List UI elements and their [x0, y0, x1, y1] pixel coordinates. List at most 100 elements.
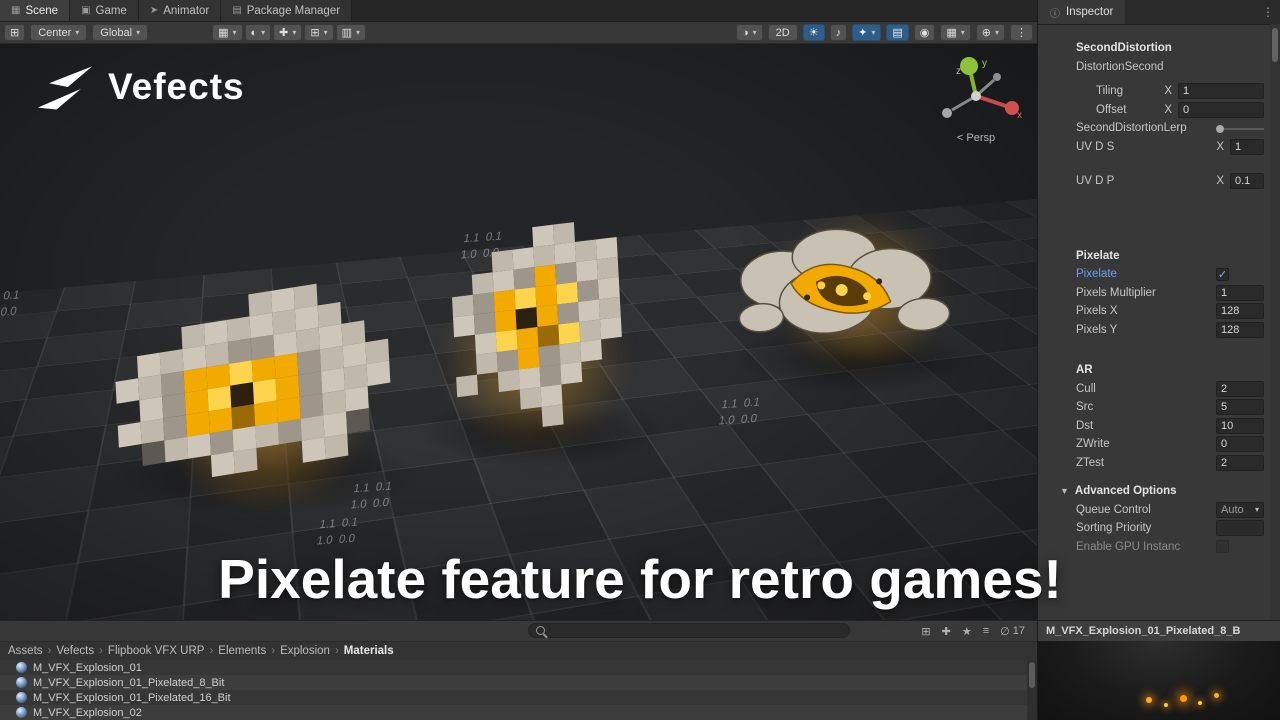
inspector-scrollbar[interactable] — [1270, 24, 1280, 620]
uvdp-field[interactable]: 0.1 — [1230, 173, 1264, 189]
inspector-menu-icon[interactable]: ⋮ — [1262, 5, 1274, 19]
property-label: ZTest — [1076, 457, 1216, 469]
explosion-pixel — [211, 452, 235, 478]
explosion-pixel — [493, 270, 515, 293]
breadcrumb-item-explosion[interactable]: Explosion — [280, 645, 330, 657]
scene-viewport[interactable]: 1.1 0.11.0 0.0 1.1 0.11.0 0.0 1.1 0.11.0… — [0, 44, 1037, 620]
shading-dropdown[interactable]: ◐▾ — [245, 24, 272, 41]
brand-logo: Vefects — [36, 64, 245, 110]
asset-list-scrollbar[interactable] — [1027, 660, 1037, 720]
src-field[interactable]: 5 — [1216, 399, 1264, 415]
property-label: UV D S — [1076, 141, 1216, 153]
scrollbar-thumb[interactable] — [1029, 662, 1035, 688]
explosion-pixel — [234, 448, 258, 474]
advanced-options-foldout[interactable]: ▼ Advanced Options — [1038, 482, 1280, 501]
gizmos-dropdown[interactable]: ▦▾ — [940, 24, 970, 41]
transform-tools-icon[interactable]: ⊞ — [4, 24, 25, 41]
tab-game[interactable]: ▣ Game — [70, 0, 139, 21]
snap-settings-icon: ✚ — [279, 26, 288, 39]
ztest-field[interactable]: 2 — [1216, 455, 1264, 471]
list-item[interactable]: M_VFX_Explosion_01 — [0, 660, 1027, 675]
favorites-icon[interactable]: ★ — [962, 625, 972, 638]
explosion-pixel — [597, 257, 619, 280]
explosion-pixel — [366, 361, 390, 387]
increment-snap-dropdown[interactable]: ▥▾ — [336, 24, 366, 41]
explosion-pixel — [554, 242, 576, 265]
breadcrumb-item-assets[interactable]: Assets — [8, 645, 43, 657]
grid-snapping-dropdown[interactable]: ⊞▾ — [304, 24, 333, 41]
asset-name: M_VFX_Explosion_01 — [33, 662, 142, 674]
breadcrumb-item-elements[interactable]: Elements — [218, 645, 266, 657]
queue-control-dropdown[interactable]: Auto ▾ — [1216, 502, 1264, 518]
inspector-tabbar: ⓘ Inspector ⋮ — [1038, 0, 1280, 25]
orientation-dropdown[interactable]: Global ▾ — [92, 24, 148, 41]
uvds-field[interactable]: 1 — [1230, 139, 1264, 155]
layers-toggle[interactable]: ▤ — [886, 24, 908, 41]
scene-camera-button[interactable]: ◉ — [914, 24, 936, 41]
scrollbar-thumb[interactable] — [1272, 28, 1278, 62]
audio-toggle[interactable]: ♪ — [830, 24, 848, 41]
tab-animator-label: Animator — [163, 5, 209, 17]
dst-field[interactable]: 10 — [1216, 418, 1264, 434]
render-mode-dropdown[interactable]: ◑▾ — [736, 24, 763, 41]
toolbar-overflow-menu[interactable]: ⋮ — [1010, 24, 1033, 41]
breadcrumb-item-materials[interactable]: Materials — [344, 645, 394, 657]
orientation-gizmo[interactable]: z y x — [928, 52, 1024, 136]
gizmo-x-label: x — [1017, 110, 1022, 121]
pixels-y-field[interactable]: 128 — [1216, 322, 1264, 338]
pivot-dropdown[interactable]: Center ▾ — [30, 24, 87, 41]
property-row-offset: Offset X 0 — [1038, 101, 1280, 120]
2d-toggle[interactable]: 2D — [768, 24, 798, 41]
menu-icon[interactable]: ≡ — [983, 625, 989, 637]
chevron-down-icon: ▾ — [232, 28, 236, 37]
snap-settings-dropdown[interactable]: ✚▾ — [273, 24, 302, 41]
project-search-input[interactable] — [550, 624, 842, 638]
breadcrumb-item-vefects[interactable]: Vefects — [56, 645, 94, 657]
draw-mode-dropdown[interactable]: ▦▾ — [212, 24, 242, 41]
scene-lighting-toggle[interactable]: ☀ — [803, 24, 825, 41]
cull-field[interactable]: 2 — [1216, 381, 1264, 397]
property-label: Src — [1076, 401, 1216, 413]
explosion-pixel — [555, 262, 577, 285]
pixels-x-field[interactable]: 128 — [1216, 303, 1264, 319]
explosion-pixel — [498, 370, 520, 393]
search-by-type-icon[interactable]: ⊞ — [921, 625, 930, 638]
project-search-box[interactable] — [528, 623, 850, 638]
hidden-count-badge[interactable]: ∅ 17 — [1000, 625, 1025, 638]
tab-animator[interactable]: ➤ Animator — [139, 0, 221, 21]
breadcrumb-item-flipbook[interactable]: Flipbook VFX URP — [108, 645, 205, 657]
foldout-arrow-icon: ▼ — [1060, 486, 1069, 496]
explosion-pixel — [519, 367, 541, 390]
gizmo-perspective-label[interactable]: < Persp — [928, 132, 1024, 144]
axis-label: X — [1216, 141, 1224, 153]
list-item[interactable]: M_VFX_Explosion_02 — [0, 705, 1027, 720]
offset-x-field[interactable]: 0 — [1178, 102, 1264, 118]
pixels-multiplier-field[interactable]: 1 — [1216, 285, 1264, 301]
lerp-slider[interactable] — [1216, 122, 1264, 135]
zwrite-field[interactable]: 0 — [1216, 436, 1264, 452]
explosion-pixel — [541, 384, 563, 407]
tab-package-manager[interactable]: ▤ Package Manager — [221, 0, 352, 21]
search-by-label-icon[interactable]: ✚ — [942, 625, 951, 638]
tiling-x-field[interactable]: 1 — [1178, 83, 1264, 99]
tab-scene[interactable]: ▦ Scene — [0, 0, 70, 21]
scene-view-options-button[interactable]: ⊕▾ — [976, 24, 1005, 41]
slider-knob[interactable] — [1216, 125, 1224, 133]
chevron-down-icon: ▾ — [753, 28, 757, 37]
game-tab-icon: ▣ — [81, 5, 90, 16]
material-preview-title[interactable]: M_VFX_Explosion_01_Pixelated_8_B — [1038, 621, 1280, 642]
explosion-smooth[interactable] — [717, 212, 967, 378]
material-icon — [16, 662, 27, 673]
section-header: Pixelate — [1038, 247, 1280, 266]
pixelate-checkbox[interactable]: ✓ — [1216, 268, 1229, 281]
tab-inspector[interactable]: ⓘ Inspector — [1038, 0, 1125, 24]
list-item[interactable]: M_VFX_Explosion_01_Pixelated_16_Bit — [0, 690, 1027, 705]
panel-divider[interactable] — [1037, 0, 1038, 720]
sorting-priority-field[interactable] — [1216, 520, 1264, 536]
chevron-down-icon: ▾ — [961, 28, 965, 37]
material-preview-area[interactable] — [1038, 641, 1280, 720]
list-item[interactable]: M_VFX_Explosion_01_Pixelated_8_Bit — [0, 675, 1027, 690]
effects-dropdown[interactable]: ✦▾ — [852, 24, 881, 41]
property-row-dst: Dst 10 — [1038, 417, 1280, 436]
gizmo-z-label: z — [956, 66, 961, 77]
